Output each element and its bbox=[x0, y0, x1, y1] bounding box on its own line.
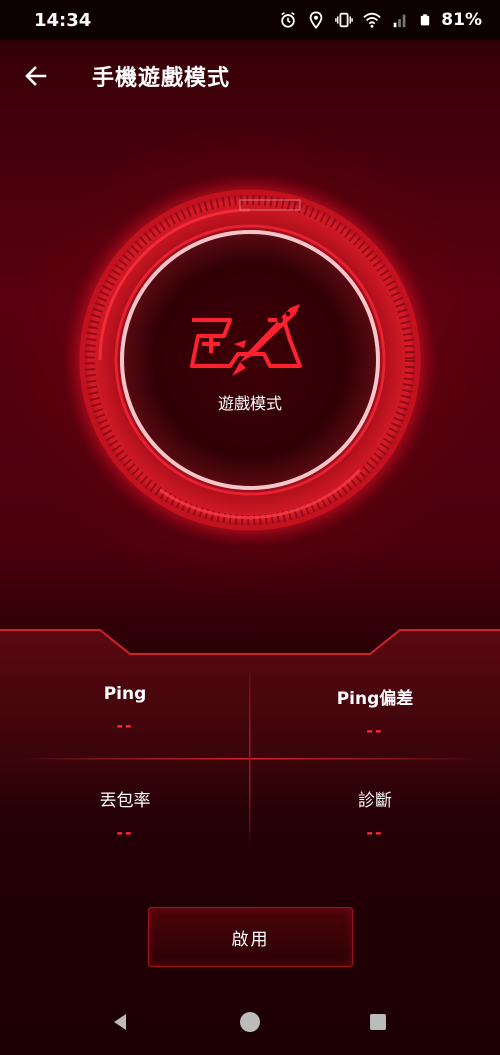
back-button[interactable] bbox=[0, 40, 72, 112]
alarm-icon bbox=[281, 12, 296, 28]
battery-percent: 81% bbox=[441, 10, 482, 30]
status-bar: 14:34 81% bbox=[0, 0, 500, 40]
stats-panel: Ping -- Ping偏差 -- 丟包率 -- 診斷 -- bbox=[0, 628, 500, 858]
stat-diagnosis: 診斷 -- bbox=[250, 786, 500, 842]
jitter-value: -- bbox=[366, 721, 384, 740]
game-mode-screen: 14:34 81% 手機遊戲模式 遊戲模式 Ping -- Ping偏差 -- … bbox=[0, 0, 500, 1055]
back-arrow-icon bbox=[25, 66, 47, 86]
signal-icon bbox=[393, 14, 406, 28]
vibrate-icon bbox=[335, 12, 354, 28]
packet-loss-label: 丟包率 bbox=[99, 791, 151, 811]
game-mode-label: 遊戲模式 bbox=[217, 394, 282, 413]
status-icons: 81% bbox=[279, 10, 482, 30]
enable-button-label: 啟用 bbox=[231, 929, 270, 950]
wifi-icon bbox=[363, 12, 381, 28]
stat-ping: Ping -- bbox=[20, 684, 230, 735]
stat-ping-jitter: Ping偏差 -- bbox=[250, 684, 500, 740]
page-title: 手機遊戲模式 bbox=[92, 66, 231, 91]
app-bar: 手機遊戲模式 bbox=[0, 40, 500, 112]
status-time: 14:34 bbox=[34, 9, 92, 31]
diagnosis-label: 診斷 bbox=[358, 791, 392, 811]
location-icon bbox=[309, 11, 323, 29]
battery-icon bbox=[421, 14, 430, 26]
nav-back-button[interactable] bbox=[98, 1000, 142, 1044]
system-nav-bar bbox=[0, 990, 500, 1055]
home-circle-icon bbox=[240, 1012, 260, 1032]
packet-loss-value: -- bbox=[116, 823, 134, 842]
jitter-label: Ping偏差 bbox=[336, 689, 414, 709]
recents-square-icon bbox=[370, 1014, 386, 1030]
nav-home-button[interactable] bbox=[228, 1000, 272, 1044]
game-mode-toggle[interactable]: 遊戲模式 bbox=[150, 300, 350, 450]
nav-recents-button[interactable] bbox=[356, 1000, 400, 1044]
diagnosis-value: -- bbox=[366, 823, 384, 842]
game-rocket-icon bbox=[190, 304, 302, 376]
ping-value: -- bbox=[116, 716, 134, 735]
ping-label: Ping bbox=[103, 684, 147, 704]
stat-packet-loss: 丟包率 -- bbox=[20, 786, 230, 842]
enable-button[interactable]: 啟用 bbox=[148, 907, 353, 967]
back-triangle-icon bbox=[114, 1014, 126, 1030]
